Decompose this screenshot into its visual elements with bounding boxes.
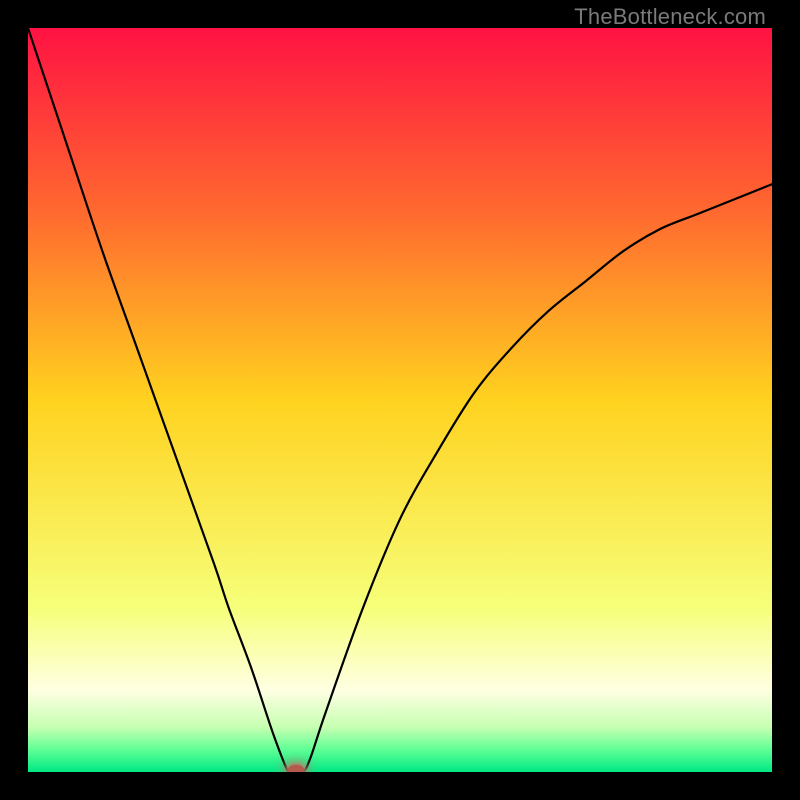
plot-area <box>28 28 772 772</box>
attribution-label: TheBottleneck.com <box>574 4 766 30</box>
chart-frame: TheBottleneck.com <box>0 0 800 800</box>
optimal-point-marker <box>288 765 304 772</box>
bottleneck-curve <box>28 28 772 772</box>
